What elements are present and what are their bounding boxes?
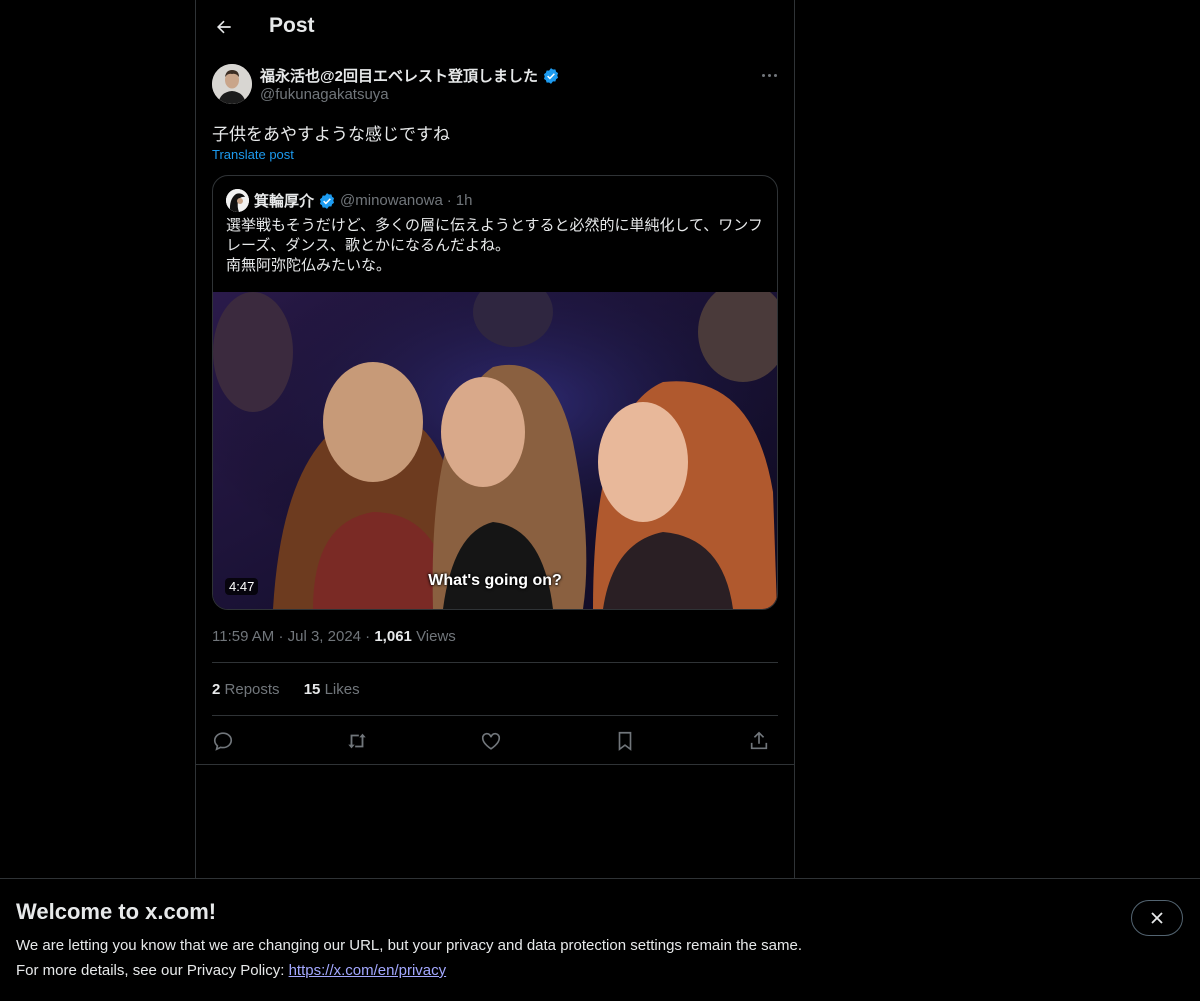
quote-author-name: 箕輪厚介: [254, 193, 315, 210]
like-icon: [481, 732, 501, 750]
quote-text-line: 南無阿弥陀仏みたいな。: [226, 257, 392, 274]
back-arrow-icon: [217, 20, 231, 34]
post-text: 子供をあやすような感じですね: [212, 125, 450, 144]
video-caption: What's going on?: [428, 572, 562, 589]
page-header: Post: [196, 0, 794, 53]
share-button[interactable]: [744, 727, 774, 755]
quote-time: 1h: [455, 192, 473, 209]
author-handle[interactable]: @fukunagakatsuya: [260, 86, 389, 103]
quote-header: 箕輪厚介 @minowanowa · 1h: [254, 190, 472, 211]
close-icon: [1151, 912, 1163, 924]
quote-text-line: 選挙戦もそうだけど、多くの層に伝えようとすると必然的に単純化して、ワンフ: [226, 217, 763, 234]
share-icon: [750, 731, 768, 750]
quote-author-avatar: [226, 189, 249, 212]
post-date[interactable]: Jul 3, 2024: [288, 628, 361, 645]
video-frame: [213, 292, 777, 609]
separator-dot: ·: [446, 192, 452, 209]
page-title: Post: [269, 14, 315, 37]
action-bar: [212, 727, 778, 755]
reposts-stat[interactable]: 2 Reposts: [212, 681, 280, 698]
more-icon: [761, 73, 765, 77]
close-banner-button[interactable]: [1131, 900, 1183, 936]
quote-text-line: レーズ、ダンス、歌とかになるんだよね。: [226, 237, 510, 254]
repost-icon: [348, 733, 366, 749]
post-time[interactable]: 11:59 AM: [212, 628, 274, 645]
views-count: 1,061: [374, 628, 412, 645]
repost-button[interactable]: [342, 727, 372, 755]
views-label: Views: [416, 628, 456, 645]
quoted-post[interactable]: 箕輪厚介 @minowanowa · 1h 選挙戦もそうだけど、多くの層に伝えよ…: [212, 175, 778, 610]
banner-privacy-prefix: For more details, see our Privacy Policy…: [16, 962, 289, 979]
video-player[interactable]: 4:47 What's going on?: [213, 292, 777, 609]
reposts-label: Reposts: [224, 681, 280, 698]
likes-count: 15: [303, 681, 321, 698]
welcome-banner: Welcome to x.com! We are letting you kno…: [0, 878, 1200, 1001]
post-column: Post 福永活也@2回目エベレスト登頂しました @fukunagakatsuy…: [195, 0, 795, 880]
verified-badge-icon: [543, 67, 559, 84]
banner-privacy-note: For more details, see our Privacy Policy…: [16, 962, 446, 979]
reply-icon: [213, 732, 233, 751]
post-meta: 11:59 AM · Jul 3, 2024 · 1,061 Views: [212, 628, 456, 645]
bookmark-button[interactable]: [610, 727, 640, 755]
divider: [212, 715, 778, 716]
banner-title: Welcome to x.com!: [16, 899, 217, 924]
privacy-policy-link[interactable]: https://x.com/en/privacy: [289, 962, 447, 979]
quote-text: 選挙戦もそうだけど、多くの層に伝えようとすると必然的に単純化して、ワンフ レーズ…: [226, 216, 766, 276]
quote-author-handle: @minowanowa: [340, 192, 443, 209]
separator-dot: ·: [278, 628, 284, 645]
back-button[interactable]: [210, 13, 238, 41]
more-button[interactable]: [756, 66, 782, 84]
separator-dot: ·: [365, 628, 371, 645]
verified-badge-icon: [319, 192, 335, 209]
author-name[interactable]: 福永活也@2回目エベレスト登頂しました: [260, 65, 560, 86]
likes-stat[interactable]: 15 Likes: [304, 681, 360, 698]
author-avatar[interactable]: [212, 64, 252, 104]
divider: [212, 662, 778, 663]
like-button[interactable]: [476, 727, 506, 755]
post-stats: 2 Reposts 15 Likes: [212, 681, 380, 698]
reply-button[interactable]: [208, 727, 238, 755]
divider: [196, 764, 794, 765]
reposts-count: 2: [212, 681, 221, 698]
translate-post-link[interactable]: Translate post: [212, 147, 294, 162]
banner-message: We are letting you know that we are chan…: [16, 937, 802, 954]
bookmark-icon: [618, 731, 632, 751]
author-name-text: 福永活也@2回目エベレスト登頂しました: [260, 68, 538, 85]
likes-label: Likes: [324, 681, 360, 698]
